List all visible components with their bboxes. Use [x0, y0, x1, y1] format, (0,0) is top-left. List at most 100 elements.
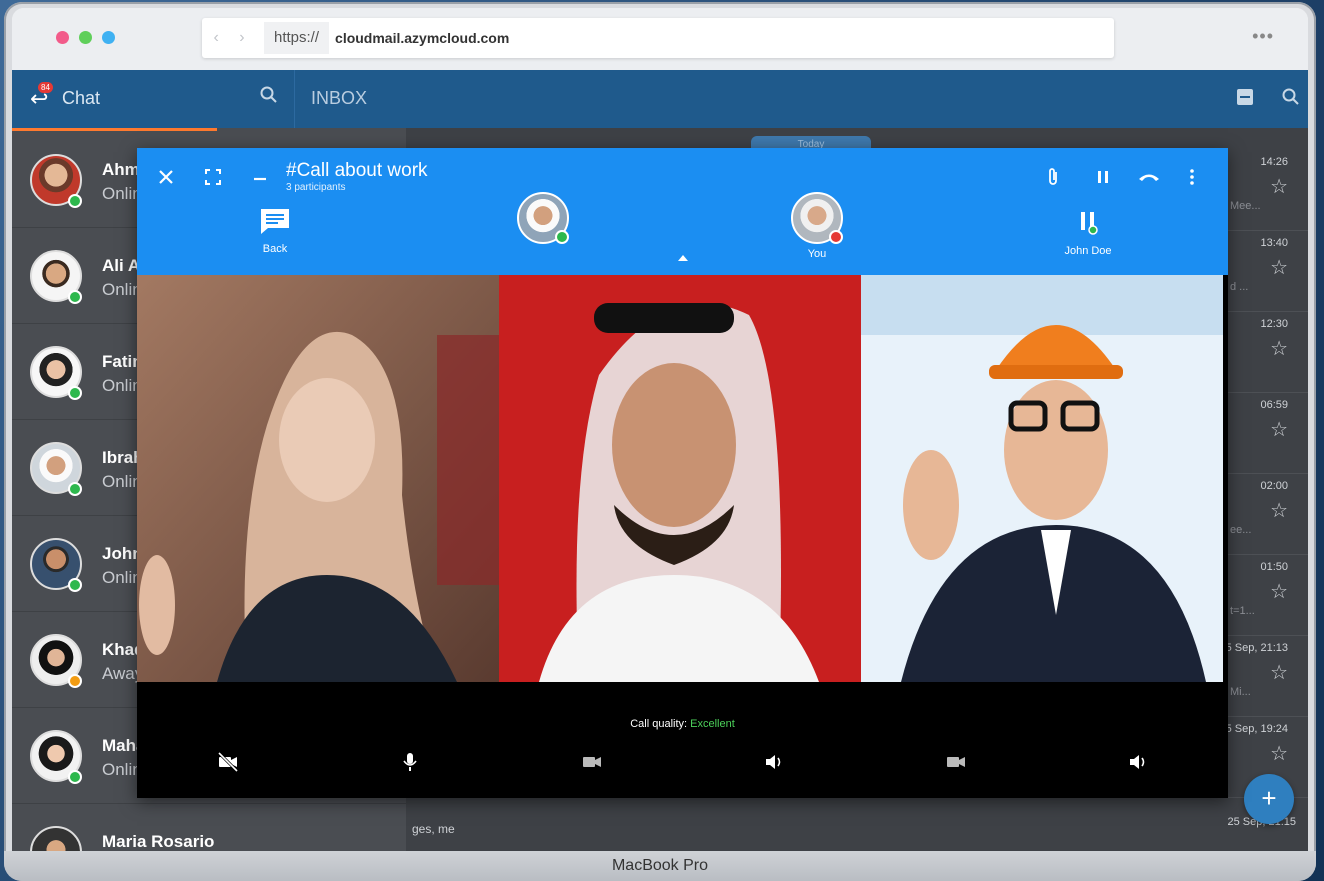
call-title: #Call about work	[286, 160, 428, 181]
video-tile-participant-3[interactable]	[861, 275, 1223, 682]
star-icon[interactable]: ☆	[1270, 417, 1288, 442]
mail-time: 25 Sep, 19:24	[1219, 723, 1288, 735]
contact-status: Onlin	[102, 760, 142, 779]
mail-row[interactable]: 01:50 ☆ t=1...	[1226, 555, 1308, 636]
status-dot	[68, 194, 82, 208]
mail-time: 02:00	[1260, 480, 1288, 492]
mail-time: 12:30	[1260, 318, 1288, 330]
status-dot	[68, 578, 82, 592]
close-window-button[interactable]	[56, 31, 69, 44]
mail-snippet: ee...	[1230, 524, 1252, 536]
star-icon[interactable]: ☆	[1270, 255, 1288, 280]
microphone-icon[interactable]	[399, 751, 421, 778]
video-off-icon[interactable]	[217, 751, 239, 778]
browser-menu-button[interactable]: •••	[1252, 26, 1274, 47]
mail-time: 01:50	[1260, 561, 1288, 573]
participants-count: 3 participants	[286, 182, 346, 193]
add-button[interactable]: +	[1244, 774, 1294, 824]
video-tiles	[137, 275, 1228, 682]
window-controls	[56, 31, 115, 44]
contact-item[interactable]: Maria Rosario	[12, 804, 406, 851]
device-label: MacBook Pro	[4, 851, 1316, 881]
mail-time: 25 Sep, 21:13	[1219, 642, 1288, 654]
compose-icon[interactable]	[1236, 88, 1254, 111]
fullscreen-icon[interactable]	[204, 166, 222, 192]
mail-row[interactable]: 14:26 ☆ Mee...	[1226, 150, 1308, 231]
minimize-window-button[interactable]	[79, 31, 92, 44]
mail-snippet: Mi...	[1230, 686, 1251, 698]
contact-status: Onlin	[102, 568, 142, 587]
call-quality-value: Excellent	[690, 718, 735, 730]
john-doe-participant[interactable]: John Doe	[1057, 210, 1119, 257]
status-dot	[68, 290, 82, 304]
mail-snippet: d ...	[1230, 281, 1249, 293]
call-header: #Call about work 3 participants Back You	[137, 148, 1228, 275]
minimize-icon[interactable]	[251, 166, 269, 192]
url-scheme: https://	[264, 22, 330, 54]
mail-snippet: t=1...	[1230, 605, 1255, 617]
star-icon[interactable]: ☆	[1270, 579, 1288, 604]
paused-icon	[1081, 212, 1098, 235]
video-tile-participant-1[interactable]	[137, 275, 499, 682]
contact-status: Onlin	[102, 184, 142, 203]
mail-snippet: ges, me	[412, 822, 455, 836]
mail-time: 14:26	[1260, 156, 1288, 168]
john-doe-label: John Doe	[1064, 245, 1112, 257]
speaker-icon[interactable]	[1127, 751, 1149, 778]
contact-name: Maria Rosario	[102, 832, 215, 851]
chevron-up-icon[interactable]	[678, 255, 688, 261]
mail-row[interactable]: 12:30 ☆	[1226, 312, 1308, 393]
mail-row[interactable]: 02:00 ☆ ee...	[1226, 474, 1308, 555]
maximize-window-button[interactable]	[102, 31, 115, 44]
mail-snippet: Mee...	[1230, 200, 1261, 212]
inbox-search-icon[interactable]	[1282, 88, 1300, 111]
attachment-icon[interactable]	[1044, 166, 1062, 194]
url-host: cloudmail.azymcloud.com	[335, 30, 510, 46]
back-to-chat-button[interactable]: Back	[255, 206, 295, 255]
call-quality-label: Call quality:	[630, 718, 688, 730]
pause-icon[interactable]	[1094, 166, 1112, 192]
video-tile-participant-2[interactable]	[499, 275, 861, 682]
contact-status: Onlin	[102, 280, 142, 299]
chat-bubble-icon	[261, 209, 289, 234]
status-dot	[68, 482, 82, 496]
star-icon[interactable]: ☆	[1270, 174, 1288, 199]
mail-time: 06:59	[1260, 399, 1288, 411]
status-dot	[829, 230, 843, 244]
camera-icon[interactable]	[581, 751, 603, 778]
star-icon[interactable]: ☆	[1270, 660, 1288, 685]
you-label: You	[807, 248, 827, 260]
inbox-title: INBOX	[311, 88, 368, 108]
contact-status: Onlin	[102, 376, 142, 395]
star-icon[interactable]: ☆	[1270, 498, 1288, 523]
status-dot	[68, 770, 82, 784]
mail-row[interactable]: 25 Sep, 21:13 ☆ Mi...	[1219, 636, 1308, 717]
status-dot	[555, 230, 569, 244]
address-bar[interactable]: ‹ › https:// cloudmail.azymcloud.com	[202, 18, 1114, 58]
participant-avatar[interactable]	[517, 192, 569, 244]
video-call-window: #Call about work 3 participants Back You	[137, 148, 1228, 798]
nav-arrows[interactable]: ‹ ›	[202, 29, 264, 47]
unread-badge: 84	[38, 82, 53, 93]
mail-row[interactable]: 06:59 ☆	[1226, 393, 1308, 474]
active-tab-indicator	[12, 128, 217, 131]
app-header: ↩ 84 Chat INBOX	[12, 70, 1308, 128]
star-icon[interactable]: ☆	[1270, 336, 1288, 361]
chat-title: Chat	[62, 88, 101, 108]
status-dot	[68, 674, 82, 688]
self-avatar[interactable]: You	[791, 192, 843, 260]
camera-icon[interactable]	[945, 751, 967, 778]
mail-time: 13:40	[1260, 237, 1288, 249]
close-icon[interactable]	[157, 166, 175, 192]
speaker-icon[interactable]	[763, 751, 785, 778]
search-icon[interactable]	[260, 86, 278, 109]
browser-toolbar: ‹ › https:// cloudmail.azymcloud.com •••	[12, 8, 1308, 70]
more-options-icon[interactable]	[1189, 166, 1195, 192]
back-label: Back	[262, 243, 288, 255]
chat-header: ↩ 84 Chat	[12, 70, 295, 128]
call-quality: Call quality: Excellent	[137, 718, 1228, 730]
hang-up-icon[interactable]	[1137, 166, 1161, 192]
mail-row[interactable]: 13:40 ☆ d ...	[1226, 231, 1308, 312]
status-dot	[68, 386, 82, 400]
star-icon[interactable]: ☆	[1270, 741, 1288, 766]
